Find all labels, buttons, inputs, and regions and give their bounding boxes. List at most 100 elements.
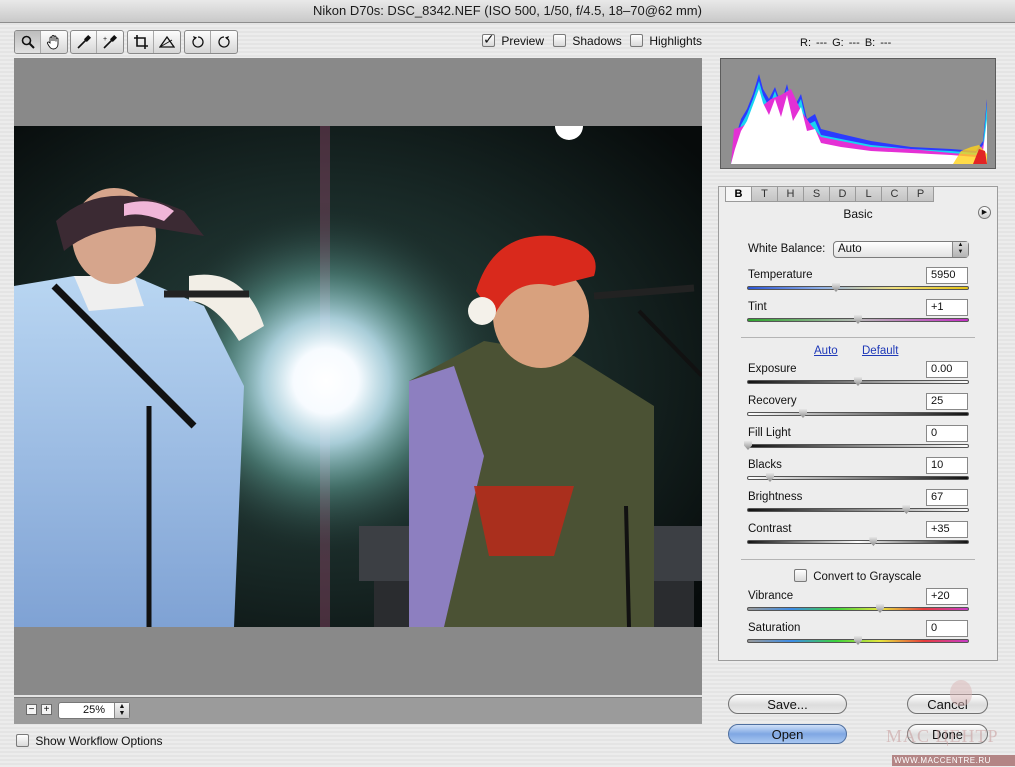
rotate-tools xyxy=(184,30,238,54)
hand-icon xyxy=(46,35,59,50)
recovery-slider[interactable] xyxy=(747,408,969,418)
tab-p[interactable]: P xyxy=(907,187,934,202)
temperature-label: Temperature xyxy=(748,269,813,281)
crop-icon xyxy=(133,35,148,49)
white-balance-eyedropper-icon xyxy=(76,34,91,49)
brightness-field[interactable]: 67 xyxy=(926,489,968,506)
auto-link[interactable]: Auto xyxy=(814,345,838,357)
separator xyxy=(741,337,975,338)
photo-image xyxy=(14,126,702,627)
zoom-in-button[interactable]: + xyxy=(41,704,52,715)
separator xyxy=(741,559,975,560)
saturation-field[interactable]: 0 xyxy=(926,620,968,637)
watermark: MAC ЦЕНТР WWW.MACCENTRE.RU xyxy=(862,680,1015,767)
preview-label: Preview xyxy=(501,34,545,48)
tint-slider[interactable] xyxy=(747,314,969,324)
tab-d[interactable]: D xyxy=(829,187,856,202)
highlights-checkbox[interactable] xyxy=(630,34,643,47)
contrast-slider-thumb[interactable] xyxy=(869,536,878,546)
tint-slider-thumb[interactable] xyxy=(854,314,862,324)
zoom-bar: − + 25% ▲ ▼ xyxy=(14,697,702,724)
image-preview-area[interactable] xyxy=(14,58,702,695)
straighten-icon xyxy=(159,35,175,48)
temperature-field[interactable]: 5950 xyxy=(926,267,968,284)
select-arrows-icon: ▲ ▼ xyxy=(114,703,129,718)
rgb-readout: R: --- G: --- B: --- xyxy=(800,37,892,49)
shadows-checkbox[interactable] xyxy=(553,34,566,47)
white-balance-select[interactable]: Auto ▲ ▼ xyxy=(833,241,969,258)
vibrance-field[interactable]: +20 xyxy=(926,588,968,605)
panel-tabs: BTHSDLCP xyxy=(725,187,934,203)
window-title: Nikon D70s: DSC_8342.NEF (ISO 500, 1/50,… xyxy=(0,0,1015,23)
crop-tools xyxy=(127,30,181,54)
temperature-slider-thumb[interactable] xyxy=(832,282,840,292)
contrast-slider[interactable] xyxy=(747,536,969,546)
vibrance-slider-thumb[interactable] xyxy=(876,603,884,613)
vibrance-label: Vibrance xyxy=(748,590,794,602)
fill-light-slider-thumb[interactable] xyxy=(744,440,752,450)
color-sampler-tool-button[interactable]: + xyxy=(97,31,123,53)
temperature-slider[interactable] xyxy=(747,282,969,292)
default-link[interactable]: Default xyxy=(862,345,898,357)
apple-logo-icon xyxy=(950,680,972,706)
zoom-level-value: 25% xyxy=(82,704,106,716)
tab-h[interactable]: H xyxy=(777,187,804,202)
white-balance-value: Auto xyxy=(838,243,862,255)
panel-menu-button[interactable]: ▶ xyxy=(978,206,991,219)
recovery-slider-thumb[interactable] xyxy=(799,408,807,418)
fill-light-label: Fill Light xyxy=(748,427,791,439)
preview-option[interactable]: Preview xyxy=(482,31,545,48)
tab-b[interactable]: B xyxy=(725,187,752,202)
brightness-label: Brightness xyxy=(748,491,803,503)
fill-light-slider[interactable] xyxy=(744,440,969,450)
white-balance-label: White Balance: xyxy=(748,243,826,255)
straighten-tool-button[interactable] xyxy=(154,31,180,53)
tab-t[interactable]: T xyxy=(751,187,778,202)
save-button[interactable]: Save... xyxy=(728,694,847,714)
workflow-checkbox[interactable] xyxy=(16,734,29,747)
open-button[interactable]: Open xyxy=(728,724,847,744)
fill-light-field[interactable]: 0 xyxy=(926,425,968,442)
preview-checkbox[interactable] xyxy=(482,31,495,48)
blacks-field[interactable]: 10 xyxy=(926,457,968,474)
zoom-icon xyxy=(21,35,35,49)
vibrance-slider[interactable] xyxy=(747,603,969,613)
crop-tool-button[interactable] xyxy=(128,31,154,53)
tint-field[interactable]: +1 xyxy=(926,299,968,316)
zoom-tool-button[interactable] xyxy=(15,31,41,53)
tab-c[interactable]: C xyxy=(881,187,908,202)
shadows-option[interactable]: Shadows xyxy=(553,34,622,48)
blacks-slider[interactable] xyxy=(747,472,969,482)
grayscale-checkbox[interactable] xyxy=(794,569,807,582)
workflow-label: Show Workflow Options xyxy=(35,734,163,748)
brightness-slider-thumb[interactable] xyxy=(902,504,911,514)
rotate-right-icon xyxy=(218,36,230,48)
recovery-field[interactable]: 25 xyxy=(926,393,968,410)
navigation-tools xyxy=(14,30,68,54)
highlights-label: Highlights xyxy=(649,34,703,48)
zoom-level-select[interactable]: 25% ▲ ▼ xyxy=(58,702,130,719)
cancel-button[interactable]: Cancel xyxy=(907,694,988,714)
saturation-slider-thumb[interactable] xyxy=(854,635,862,645)
hand-tool-button[interactable] xyxy=(41,31,67,53)
grayscale-option[interactable]: Convert to Grayscale xyxy=(794,569,921,583)
white-balance-tool-button[interactable] xyxy=(71,31,97,53)
blacks-slider-thumb[interactable] xyxy=(766,472,774,482)
watermark-brand: MAC ЦЕНТР xyxy=(886,726,999,746)
tab-l[interactable]: L xyxy=(855,187,882,202)
histogram xyxy=(720,58,996,169)
exposure-field[interactable]: 0.00 xyxy=(926,361,968,378)
highlights-option[interactable]: Highlights xyxy=(630,34,702,48)
recovery-label: Recovery xyxy=(748,395,797,407)
svg-text:+: + xyxy=(103,36,107,43)
zoom-out-button[interactable]: − xyxy=(26,704,37,715)
exposure-slider[interactable] xyxy=(747,376,969,386)
contrast-field[interactable]: +35 xyxy=(926,521,968,538)
rotate-left-button[interactable] xyxy=(185,31,211,53)
workflow-option[interactable]: Show Workflow Options xyxy=(16,734,163,748)
saturation-slider[interactable] xyxy=(747,635,969,645)
rotate-right-button[interactable] xyxy=(211,31,237,53)
tab-s[interactable]: S xyxy=(803,187,830,202)
exposure-slider-thumb[interactable] xyxy=(854,376,862,386)
brightness-slider[interactable] xyxy=(747,504,969,514)
